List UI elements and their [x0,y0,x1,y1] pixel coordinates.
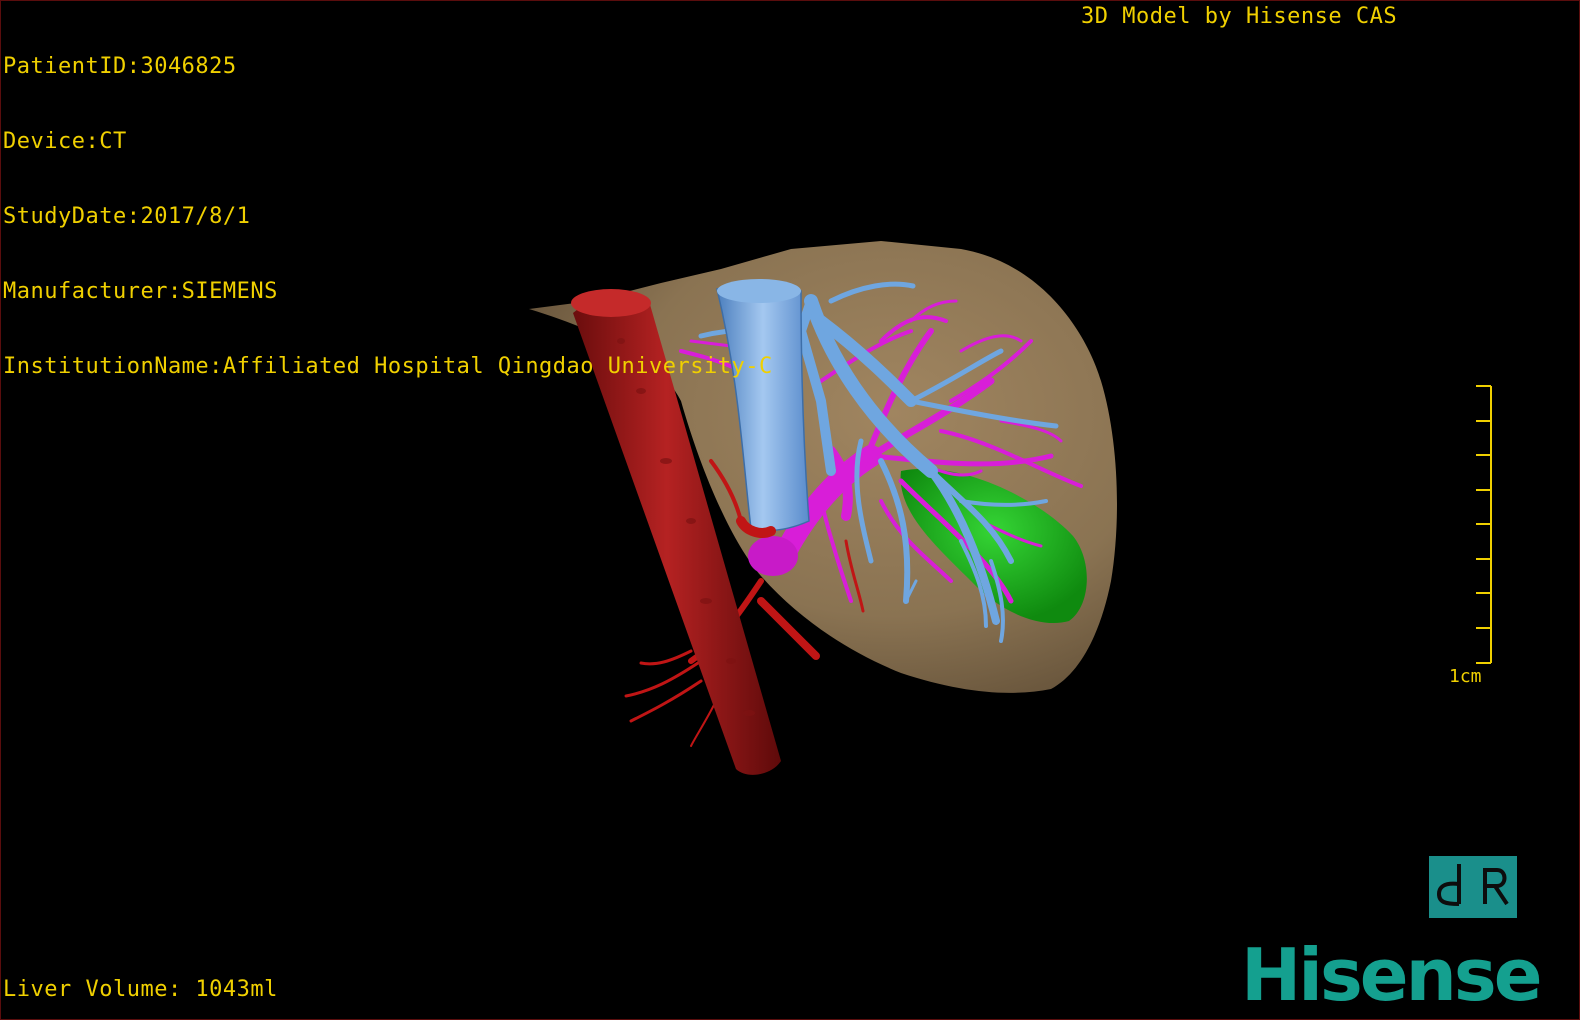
dr-logo-badge [1429,856,1517,918]
3d-model-viewport[interactable]: PatientID:3046825 Device:CT StudyDate:20… [0,0,1580,1020]
manufacturer-text: Manufacturer:SIEMENS [3,279,278,304]
dr-glyph-icon [1436,864,1509,906]
liver-volume-text: Liver Volume: 1043ml [3,977,278,1002]
scale-label: 1cm [1449,666,1482,687]
portal-trunk [748,536,798,576]
institution-text: InstitutionName:Affiliated Hospital Qing… [3,354,773,379]
model-credit-text: 3D Model by Hisense CAS [1081,4,1398,29]
device-text: Device:CT [3,129,127,154]
patient-info-overlay: PatientID:3046825 Device:CT StudyDate:20… [3,4,773,429]
patient-id-text: PatientID:3046825 [3,54,237,79]
hisense-logo: Hisense [1241,933,1543,1017]
study-date-text: StudyDate:2017/8/1 [3,204,251,229]
scale-ruler [1476,385,1492,664]
